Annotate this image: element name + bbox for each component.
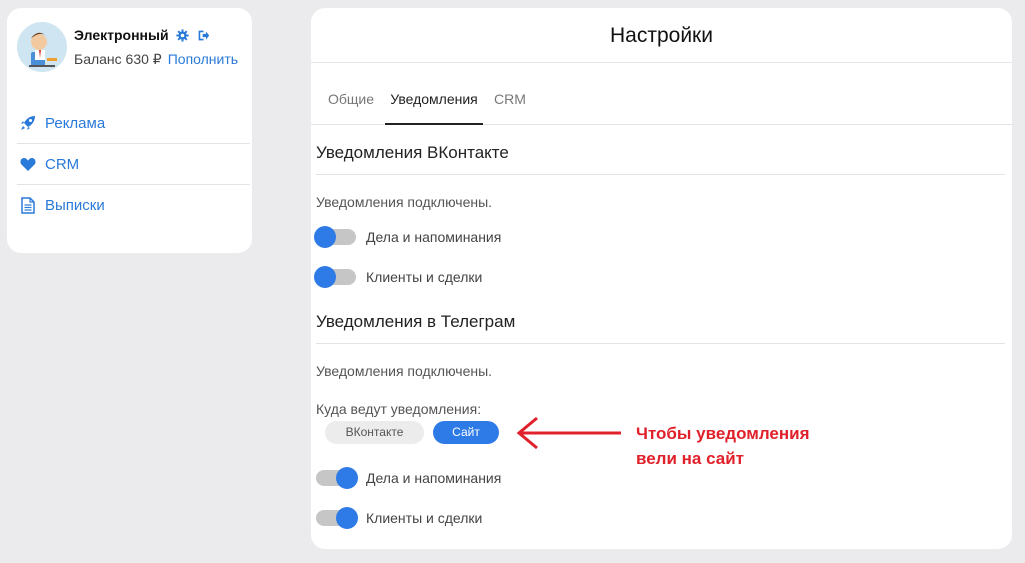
annotation-line-1: Чтобы уведомления — [636, 424, 810, 443]
page-title: Настройки — [311, 8, 1012, 63]
toggle-label: Дела и напоминания — [366, 229, 502, 245]
vk-status-text: Уведомления подключены. — [316, 194, 493, 210]
sidebar-item-statements[interactable]: Выписки — [17, 185, 250, 226]
destination-label: Куда ведут уведомления: — [316, 401, 482, 417]
vk-toggle-row-clients: Клиенты и сделки — [314, 266, 483, 288]
sidebar-menu: Реклама CRM Выписки — [17, 103, 250, 226]
sidebar-card: Электронный Баланс 630 ₽ Пополнить Реклам… — [7, 8, 252, 253]
toggle-label: Дела и напоминания — [366, 470, 502, 486]
document-icon — [19, 197, 37, 215]
toggle-label: Клиенты и сделки — [366, 510, 483, 526]
sidebar-item-crm[interactable]: CRM — [17, 144, 250, 185]
sidebar-item-label: Реклама — [45, 114, 106, 132]
vk-tasks-toggle[interactable] — [314, 226, 356, 248]
tab-general[interactable]: Общие — [327, 81, 375, 125]
sidebar-item-label: CRM — [45, 155, 80, 173]
topup-link[interactable]: Пополнить — [168, 51, 238, 67]
tg-section-title: Уведомления в Телеграм — [316, 312, 516, 331]
rocket-icon — [19, 114, 37, 132]
avatar-illustration — [17, 22, 67, 72]
sidebar-item-label: Выписки — [45, 197, 105, 214]
tg-toggle-row-clients: Клиенты и сделки — [316, 507, 482, 529]
toggle-label: Клиенты и сделки — [366, 269, 483, 285]
avatar[interactable] — [17, 22, 67, 72]
sidebar-item-ads[interactable]: Реклама — [17, 103, 250, 144]
gear-icon[interactable] — [176, 28, 190, 42]
tg-status-text: Уведомления подключены. — [316, 363, 493, 379]
vk-clients-toggle[interactable] — [314, 266, 356, 288]
annotation-arrow-icon — [516, 416, 621, 450]
profile-name: Электронный — [74, 27, 169, 43]
tg-toggle-row-tasks: Дела и напоминания — [316, 467, 501, 489]
profile-block: Электронный Баланс 630 ₽ Пополнить — [17, 22, 238, 72]
vk-toggle-row-tasks: Дела и напоминания — [314, 226, 502, 248]
destination-switch: ВКонтакте Сайт — [325, 421, 499, 444]
annotation-note: Чтобы уведомления вели на сайт — [636, 421, 836, 471]
vk-section-title: Уведомления ВКонтакте — [316, 143, 509, 162]
tg-clients-toggle[interactable] — [316, 507, 358, 529]
divider — [316, 343, 1005, 344]
destination-vk-button[interactable]: ВКонтакте — [325, 421, 424, 444]
settings-tabs: Общие Уведомления CRM — [311, 81, 1012, 125]
tab-crm[interactable]: CRM — [493, 81, 527, 125]
divider — [316, 174, 1005, 175]
destination-site-button[interactable]: Сайт — [433, 421, 499, 444]
tg-tasks-toggle[interactable] — [316, 467, 358, 489]
annotation-line-2: вели на сайт — [636, 449, 744, 468]
heart-icon — [19, 155, 37, 173]
balance-label: Баланс 630 ₽ — [74, 51, 162, 67]
tab-notifications[interactable]: Уведомления — [385, 81, 483, 125]
logout-icon[interactable] — [197, 28, 211, 42]
